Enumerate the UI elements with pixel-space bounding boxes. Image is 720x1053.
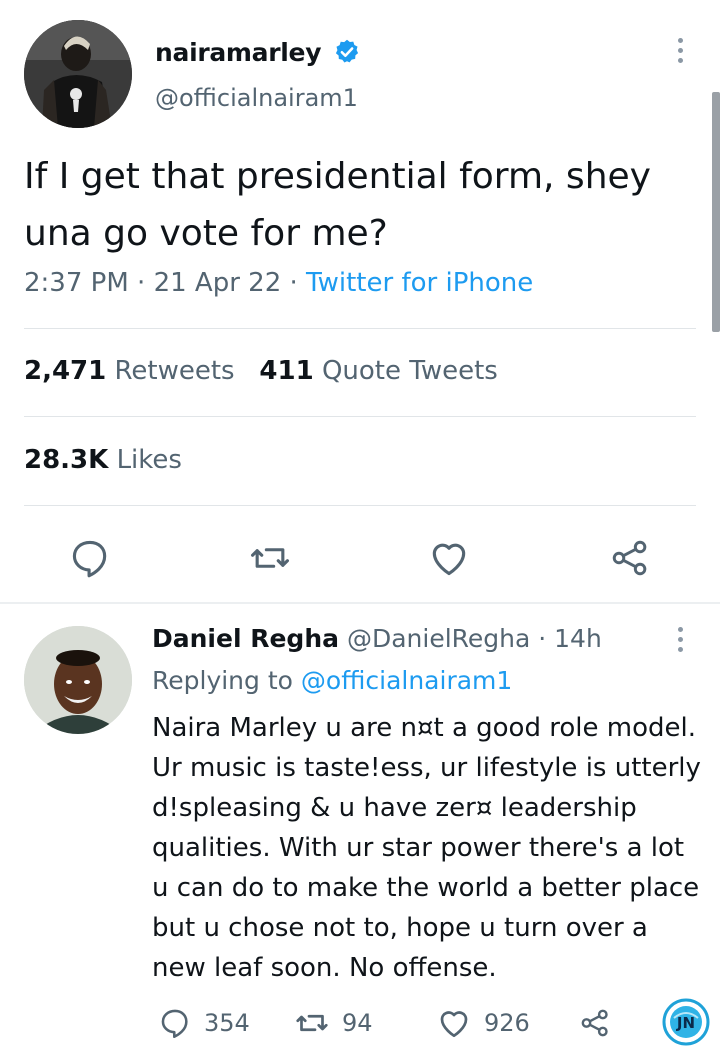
retweets-stat[interactable]: 2,471 Retweets (24, 356, 235, 386)
retweet-icon (296, 1014, 328, 1032)
more-vertical-icon[interactable] (670, 38, 690, 72)
reply-reply-action[interactable]: 354 (158, 1003, 250, 1043)
quotes-label: Quote Tweets (321, 356, 498, 386)
verified-badge-icon (335, 39, 359, 63)
author-name[interactable]: nairamarley (155, 38, 322, 67)
reply-icon (161, 1009, 188, 1039)
likes-label: Likes (116, 445, 182, 475)
more-vertical-icon[interactable] (670, 627, 690, 661)
tweet-meta: 2:37 PM · 21 Apr 22 · Twitter for iPhone (24, 268, 534, 298)
likes-count: 28.3K (24, 445, 109, 475)
reply-text: Naira Marley u are n¤t a good role model… (152, 713, 701, 983)
jn-watermark-logo: JN (662, 998, 710, 1046)
reply-share-action[interactable] (578, 1003, 612, 1043)
replying-to: Replying to @officialnairam1 (152, 666, 512, 695)
tweet-actions (0, 532, 720, 582)
retweet-icon[interactable] (248, 536, 292, 580)
reply-author-name[interactable]: Daniel Regha (152, 624, 339, 653)
reply-replies-count: 354 (204, 1009, 250, 1037)
divider (24, 505, 696, 506)
tweet-time[interactable]: 2:37 PM (24, 268, 129, 298)
likes-stat[interactable]: 28.3K Likes (24, 445, 182, 475)
divider (24, 416, 696, 417)
heart-icon[interactable] (427, 536, 471, 580)
reply-author-handle[interactable]: @DanielRegha (347, 624, 530, 653)
tweet-date[interactable]: 21 Apr 22 (154, 268, 282, 298)
tweet-text: If I get that presidential form, shey un… (24, 156, 651, 254)
quotes-stat[interactable]: 411 Quote Tweets (259, 356, 497, 386)
reply-like-action[interactable]: 926 (436, 1003, 530, 1043)
retweets-label: Retweets (114, 356, 235, 386)
quotes-count: 411 (259, 356, 314, 386)
reply-actions: 354 94 926 (0, 1003, 720, 1047)
author-handle[interactable]: @officialnairam1 (155, 84, 358, 112)
replying-mention[interactable]: @officialnairam1 (301, 666, 512, 695)
tweet-source[interactable]: Twitter for iPhone (306, 268, 533, 298)
reply-likes-count: 926 (484, 1009, 530, 1037)
reply-author-avatar[interactable] (24, 626, 132, 734)
author-avatar[interactable] (24, 20, 132, 128)
share-icon[interactable] (608, 536, 652, 580)
share-icon (581, 1009, 608, 1037)
reply-icon[interactable] (68, 536, 112, 580)
divider (24, 328, 696, 329)
section-divider (0, 602, 720, 604)
reply-retweets-count: 94 (342, 1009, 373, 1037)
replying-label: Replying to (152, 666, 293, 695)
reply-header: Daniel Regha @DanielRegha · 14h (152, 624, 602, 653)
engagement-stats: 2,471 Retweets 411 Quote Tweets (24, 356, 498, 386)
reply-retweet-action[interactable]: 94 (294, 1003, 373, 1043)
scrollbar[interactable] (712, 92, 720, 332)
heart-icon (440, 1011, 468, 1038)
retweets-count: 2,471 (24, 356, 107, 386)
jn-watermark-text: JN (676, 1014, 695, 1032)
reply-age[interactable]: 14h (554, 624, 602, 653)
